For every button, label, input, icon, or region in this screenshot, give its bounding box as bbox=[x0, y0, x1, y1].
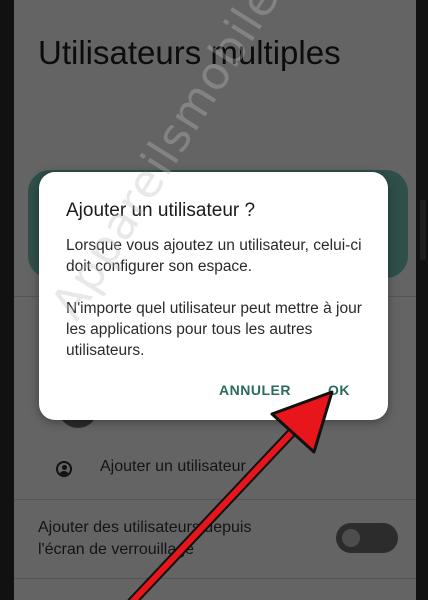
annotation-arrow-icon bbox=[127, 390, 334, 600]
